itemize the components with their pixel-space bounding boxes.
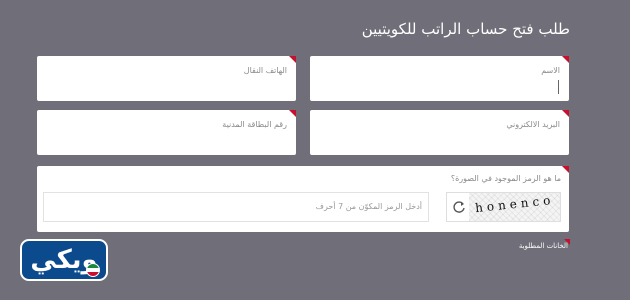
captcha-image-container: honenco [446,192,561,222]
refresh-icon[interactable] [452,200,466,214]
name-field[interactable]: الاسم [310,56,569,101]
name-label: الاسم [541,66,560,75]
wiki-logo: ويكي [20,239,108,281]
captcha-input[interactable]: أدخل الرمز المكوّن من 7 أحرف [43,192,429,222]
civil-id-field[interactable]: رقم البطاقة المدنية [37,110,296,155]
kuwait-flag-icon [86,263,100,277]
email-label: البريد الالكتروني [506,120,560,129]
mobile-field[interactable]: الهاتف النقال [37,56,296,101]
civil-id-label: رقم البطاقة المدنية [222,120,287,129]
mobile-label: الهاتف النقال [243,66,287,75]
captcha-placeholder: أدخل الرمز المكوّن من 7 أحرف [315,202,422,211]
text-cursor [558,80,559,94]
captcha-image: honenco [469,192,560,221]
page-title: طلب فتح حساب الراتب للكويتيين [361,20,570,38]
email-field[interactable]: البريد الالكتروني [310,110,569,155]
required-note: الخانات المطلوبة [518,242,568,250]
captcha-section: ما هو الرمز الموجود في الصورة؟ أدخل الرم… [37,166,569,232]
captcha-text: honenco [474,192,555,216]
captcha-question: ما هو الرمز الموجود في الصورة؟ [450,174,561,183]
